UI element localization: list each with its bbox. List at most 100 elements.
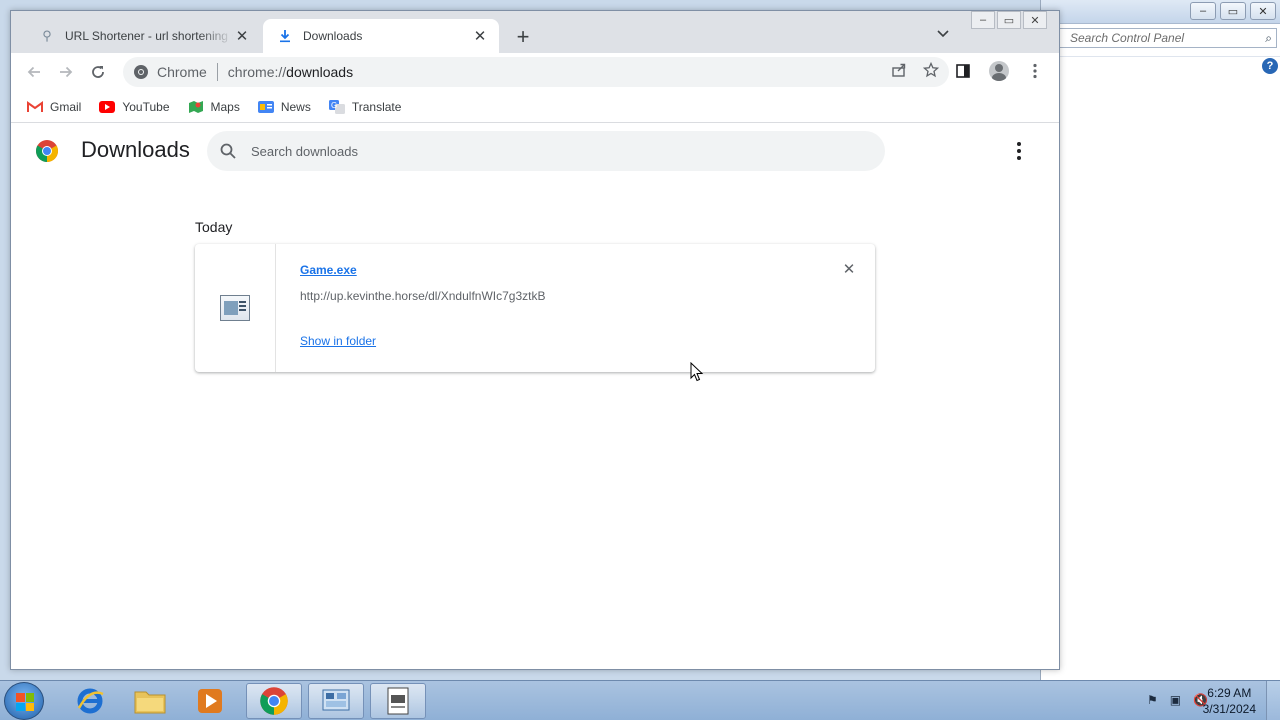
windows-logo-icon <box>16 693 34 711</box>
search-icon: ⌕ <box>1265 31 1272 45</box>
close-window-button[interactable]: ✕ <box>1023 11 1047 29</box>
toolbar: Chrome chrome:// downloads <box>11 53 1059 91</box>
address-bar[interactable]: Chrome chrome:// downloads <box>123 57 949 87</box>
news-icon <box>257 100 274 113</box>
bookmark-label: Gmail <box>50 99 82 114</box>
date-group-label: Today <box>195 219 233 235</box>
download-item: Game.exe http://up.kevinthe.horse/dl/Xnd… <box>195 244 875 372</box>
reload-icon <box>92 66 104 78</box>
gmail-icon <box>27 100 43 113</box>
downloads-header: Downloads Search downloads <box>11 123 1059 179</box>
bookmark-gmail[interactable]: Gmail <box>27 100 81 114</box>
tab-downloads[interactable]: Downloads ✕ <box>263 19 499 53</box>
page-title: Downloads <box>81 137 190 162</box>
show-in-folder-link[interactable]: Show in folder <box>300 334 376 348</box>
tab-url-shortener[interactable]: ⚲ URL Shortener - url shortening service… <box>25 19 261 53</box>
search-downloads-input[interactable]: Search downloads <box>207 131 885 171</box>
remove-download-close-icon[interactable]: ✕ <box>841 261 857 278</box>
tab-strip: ⚲ URL Shortener - url shortening service… <box>11 11 1059 53</box>
divider <box>1041 56 1280 57</box>
taskbar-chrome[interactable] <box>246 683 302 719</box>
site-label: Chrome <box>157 64 207 80</box>
reload-button[interactable] <box>83 57 113 87</box>
search-icon <box>220 143 236 159</box>
bookmark-star-icon[interactable] <box>922 61 940 82</box>
chrome-icon <box>260 687 288 715</box>
system-tray: ⚑ ▣ 🔇 <box>1147 693 1208 707</box>
document-icon <box>387 687 409 715</box>
new-tab-button[interactable]: + <box>511 24 535 49</box>
bookmark-label: Maps <box>210 99 240 114</box>
bookmark-news[interactable]: News <box>257 99 311 114</box>
download-file-icon-column <box>195 244 276 372</box>
control-panel-titlebar: – ▭ ✕ <box>1041 0 1280 24</box>
control-panel-close-button[interactable]: ✕ <box>1250 2 1276 20</box>
bookmark-label: Translate <box>351 99 402 114</box>
bookmark-label: News <box>280 99 311 114</box>
youtube-icon <box>99 100 116 113</box>
bookmark-maps[interactable]: Maps <box>188 100 240 114</box>
bookmark-label: YouTube <box>122 99 170 114</box>
clock-date: 3/31/2024 <box>1202 702 1256 716</box>
control-panel-minimize-button[interactable]: – <box>1190 2 1216 20</box>
omnibox-actions <box>891 61 940 82</box>
back-button[interactable] <box>19 57 49 87</box>
taskbar-document[interactable] <box>370 683 426 719</box>
taskbar: ⚑ ▣ 🔇 6:29 AM 3/31/2024 <box>0 680 1280 720</box>
share-icon[interactable] <box>891 62 907 82</box>
internet-explorer-icon <box>77 688 104 714</box>
bookmark-youtube[interactable]: YouTube <box>99 99 170 114</box>
chrome-window-buttons: – ▭ ✕ <box>971 11 1047 29</box>
chrome-logo-icon <box>36 140 58 162</box>
taskbar-file-explorer[interactable] <box>122 683 178 719</box>
maps-icon <box>188 100 204 113</box>
bookmark-translate[interactable]: G Translate <box>328 99 402 114</box>
search-placeholder: Search downloads <box>251 143 358 159</box>
close-icon[interactable]: ✕ <box>471 27 489 45</box>
tab-title: Downloads <box>303 29 363 43</box>
url-shortener-favicon: ⚲ <box>42 28 52 43</box>
control-panel-window: – ▭ ✕ Search Control Panel ⌕ ? <box>1040 0 1280 680</box>
executable-file-icon <box>220 295 250 321</box>
start-button[interactable] <box>4 682 44 720</box>
media-player-icon <box>198 689 222 713</box>
bookmarks-bar: Gmail YouTube Maps News G Translate <box>11 91 1059 123</box>
side-panel-icon[interactable] <box>951 57 975 85</box>
restore-button[interactable]: ▭ <box>997 11 1021 29</box>
taskbar-internet-explorer[interactable] <box>62 683 118 719</box>
folder-icon <box>134 691 166 714</box>
url-path: downloads <box>286 64 354 80</box>
divider <box>216 63 218 81</box>
forward-arrow-icon <box>60 66 73 78</box>
more-actions-icon[interactable] <box>1009 141 1029 161</box>
profile-button[interactable] <box>987 57 1011 85</box>
help-icon[interactable]: ? <box>1262 58 1278 74</box>
menu-kebab-icon[interactable] <box>1023 57 1047 85</box>
tab-title: URL Shortener - url shortening service <box>65 29 233 43</box>
network-icon[interactable]: ▣ <box>1170 693 1181 707</box>
taskbar-media-player[interactable] <box>182 683 238 719</box>
control-panel-search-placeholder: Search Control Panel <box>1070 31 1185 45</box>
translate-icon: G <box>328 99 345 114</box>
action-center-flag-icon[interactable]: ⚑ <box>1147 693 1158 707</box>
mouse-cursor-icon <box>690 362 704 382</box>
back-arrow-icon <box>27 66 40 78</box>
download-file-name-link[interactable]: Game.exe <box>300 263 357 277</box>
taskbar-control-panel[interactable] <box>308 683 364 719</box>
download-source-url: http://up.kevinthe.horse/dl/XndulfnWIc7g… <box>300 289 546 303</box>
close-icon[interactable]: ✕ <box>233 27 251 45</box>
tab-search-chevron-icon[interactable] <box>937 27 949 41</box>
url-scheme: chrome:// <box>227 64 287 80</box>
control-panel-maximize-button[interactable]: ▭ <box>1220 2 1246 20</box>
control-panel-search-input[interactable]: Search Control Panel ⌕ <box>1055 28 1277 48</box>
chrome-window: ⚲ URL Shortener - url shortening service… <box>10 10 1060 670</box>
chrome-site-icon <box>134 65 148 79</box>
system-clock[interactable]: 6:29 AM 3/31/2024 <box>1203 685 1256 717</box>
toolbar-right <box>951 57 1047 85</box>
downloads-page: Downloads Search downloads Today Game.ex… <box>11 123 1059 669</box>
show-desktop-button[interactable] <box>1266 681 1280 720</box>
clock-time: 6:29 AM <box>1207 686 1252 700</box>
control-panel-icon <box>322 689 350 711</box>
minimize-button[interactable]: – <box>971 11 995 29</box>
forward-button[interactable] <box>51 57 81 87</box>
